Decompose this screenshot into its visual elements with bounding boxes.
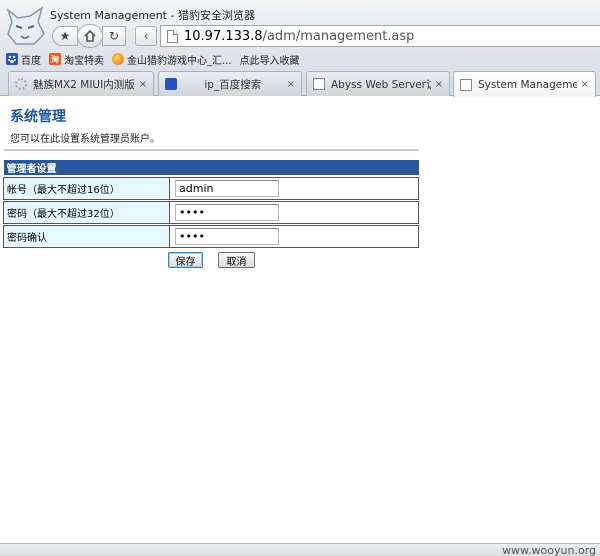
baidu-icon [165, 78, 177, 90]
table-row: 密码（最大不超过32位） [3, 200, 419, 224]
page-icon [167, 29, 178, 43]
bookmark-taobao[interactable]: 淘 淘宝特卖 [49, 52, 104, 67]
bookmark-label: 百度 [21, 55, 41, 67]
close-icon[interactable]: × [435, 79, 443, 90]
kingsoft-icon [112, 53, 124, 65]
home-icon[interactable] [77, 24, 103, 48]
cancel-button[interactable]: 取消 [218, 252, 255, 268]
document-icon [460, 78, 472, 91]
admin-settings-table: 管理者设置 帐号（最大不超过16位） 密码（最大不超过32位） 密码确认 [3, 160, 419, 248]
bookmark-label: 点此导入收藏 [239, 55, 300, 67]
tab-abyss[interactable]: Abyss Web Server访... × [306, 71, 450, 96]
window-title: System Management - 猎豹安全浏览器 [50, 9, 255, 22]
tab-label: 魅族MX2 MIUI内测版... [33, 78, 135, 91]
bookmark-label: 淘宝特卖 [64, 55, 104, 67]
close-icon[interactable]: × [287, 79, 295, 90]
bookmarks-bar: 百度 淘 淘宝特卖 金山猎豹游戏中心_汇... 点此导入收藏 [0, 50, 600, 68]
cheetah-logo-icon [6, 6, 45, 45]
tab-label: ip_百度搜索 [204, 78, 262, 91]
reload-icon[interactable]: ↻ [102, 26, 126, 46]
back-icon[interactable]: ‹ [135, 26, 157, 46]
document-icon [313, 78, 325, 90]
section-header: 管理者设置 [3, 160, 419, 175]
close-icon[interactable]: × [581, 79, 589, 90]
bookmark-label: 金山猎豹游戏中心_汇... [127, 55, 232, 67]
loading-icon [15, 78, 27, 90]
bookmark-kingsoft[interactable]: 金山猎豹游戏中心_汇... [112, 52, 232, 67]
password-input[interactable] [175, 203, 279, 221]
password-label: 密码（最大不超过32位） [3, 200, 170, 224]
bookmark-import[interactable]: 点此导入收藏 [240, 52, 300, 67]
page-content: 系统管理 您可以在此设置系统管理员账户。 管理者设置 帐号（最大不超过16位） … [0, 97, 600, 543]
username-label: 帐号（最大不超过16位） [3, 176, 170, 200]
star-icon[interactable]: ★ [52, 26, 78, 46]
tab-system-management[interactable]: System Management × [453, 71, 596, 97]
tab-label: System Management [478, 78, 577, 91]
divider [4, 149, 419, 151]
tab-meizu[interactable]: 魅族MX2 MIUI内测版... × [8, 71, 154, 96]
taobao-icon: 淘 [49, 53, 61, 65]
username-input[interactable] [175, 179, 279, 197]
close-icon[interactable]: × [139, 79, 147, 90]
status-bar: www.wooyun.org [0, 543, 600, 556]
url-path: /adm/management.asp [262, 28, 415, 44]
tab-baidu-search[interactable]: ip_百度搜索 × [158, 71, 302, 96]
password-confirm-label: 密码确认 [3, 224, 170, 248]
bookmark-baidu[interactable]: 百度 [6, 52, 41, 67]
save-button[interactable]: 保存 [168, 252, 203, 268]
page-title: 系统管理 [10, 109, 66, 125]
password-confirm-input[interactable] [175, 227, 279, 245]
watermark: www.wooyun.org [502, 544, 596, 556]
browser-chrome: System Management - 猎豹安全浏览器 ★ ↻ ‹ 10.97.… [0, 0, 600, 97]
tab-label: Abyss Web Server访... [331, 78, 431, 91]
table-row: 帐号（最大不超过16位） [3, 176, 419, 200]
tab-strip: 魅族MX2 MIUI内测版... × ip_百度搜索 × Abyss Web S… [0, 70, 600, 97]
page-description: 您可以在此设置系统管理员账户。 [10, 134, 160, 145]
baidu-icon [6, 53, 18, 65]
address-bar[interactable]: 10.97.133.8/adm/management.asp [160, 25, 600, 47]
url-host: 10.97.133.8 [184, 28, 263, 44]
table-row: 密码确认 [3, 224, 419, 248]
